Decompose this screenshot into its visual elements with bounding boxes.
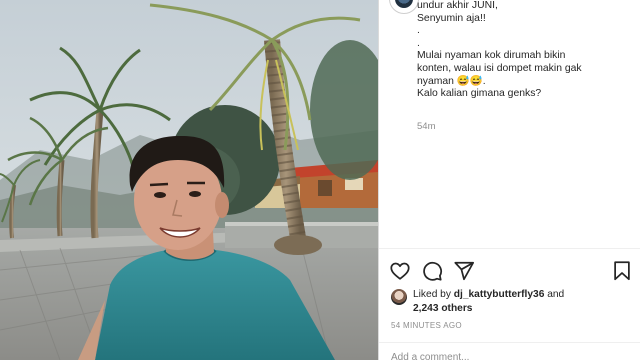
comment-button[interactable] (421, 260, 443, 282)
caption-line: Senyumin aja!! (417, 12, 486, 24)
save-button[interactable] (611, 260, 633, 282)
comment-bubble-icon (423, 261, 443, 281)
author-avatar[interactable] (389, 0, 419, 14)
beach-selfie-image (0, 0, 378, 360)
share-button[interactable] (453, 260, 475, 282)
liked-by-prefix: Liked by (413, 289, 454, 300)
caption-line: Mulai nyaman kok dirumah bikin (417, 50, 566, 62)
caption-line: . (417, 37, 420, 49)
caption-line: Kalo kalian gimana genks? (417, 88, 542, 100)
liked-by-and: and (544, 289, 565, 300)
paper-plane-icon (454, 261, 475, 281)
caption-line: nyaman 😅😅. (417, 75, 486, 87)
bookmark-icon (614, 261, 630, 281)
caption-line: konten, walau isi dompet makin gak (417, 62, 582, 74)
likes-others-link[interactable]: 2,243 others (413, 302, 472, 315)
comment-divider (379, 342, 640, 343)
caption-line: undur akhir JUNI, (417, 0, 498, 11)
post-timestamp[interactable]: 54 MINUTES AGO (391, 321, 462, 330)
liked-by-user-link[interactable]: dj_kattybutterfly36 (454, 289, 545, 300)
like-button[interactable] (389, 260, 411, 282)
actions-divider (379, 248, 640, 249)
add-comment-input[interactable]: Add a comment... (391, 352, 469, 360)
action-bar (389, 260, 634, 282)
post-caption: undur akhir JUNI, Senyumin aja!! . . Mul… (417, 0, 632, 101)
liked-by-line: Liked by dj_kattybutterfly36 and (413, 288, 633, 301)
post-side-panel: undur akhir JUNI, Senyumin aja!! . . Mul… (379, 0, 640, 360)
author-avatar-image (395, 0, 413, 8)
liker-avatar[interactable] (391, 289, 407, 305)
caption-timestamp[interactable]: 54m (417, 121, 435, 132)
caption-line: . (417, 25, 420, 37)
post-photo[interactable] (0, 0, 378, 360)
heart-icon (390, 262, 410, 280)
